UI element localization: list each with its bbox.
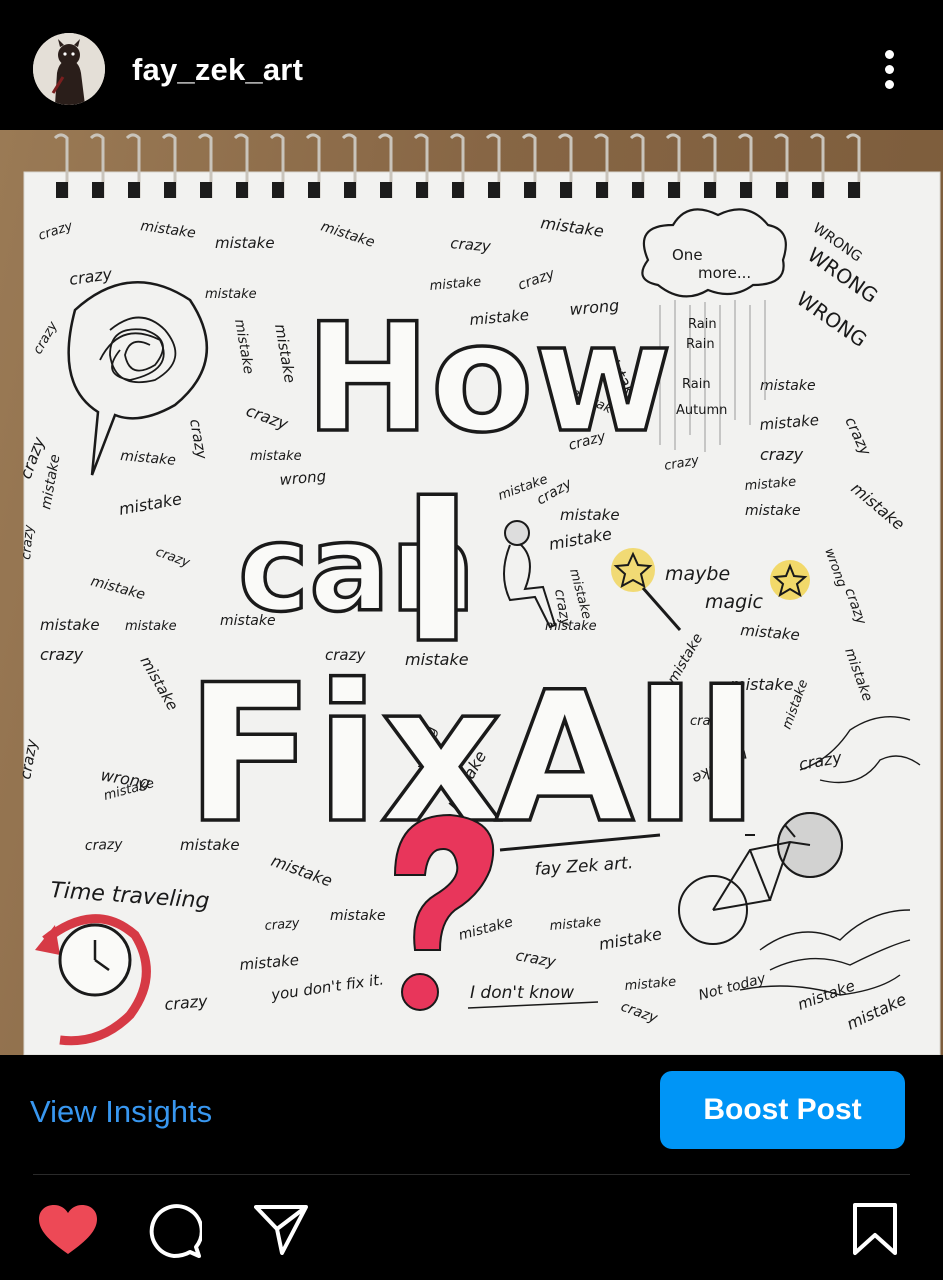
heart-filled-icon[interactable] [38,1204,98,1256]
post-image[interactable]: crazy mistake mistake crazy mistake mistake cr… [0,130,943,1055]
boost-post-button[interactable]: Boost Post [660,1071,905,1149]
comment-bubble-icon[interactable] [146,1203,204,1259]
magic-text-2: magic [705,591,763,613]
post-header: fay_zek_art [0,0,943,130]
scribble-word: crazy [164,991,209,1014]
divider [33,1174,910,1175]
scribble-word: mistake [760,378,816,394]
view-insights-link[interactable]: View Insights [30,1094,212,1130]
paper-plane-icon[interactable] [254,1203,308,1255]
magic-text-1: maybe [665,563,730,585]
scribble-word: mistake [215,234,275,252]
scribble-word: mistake [125,619,177,634]
bookmark-icon[interactable] [852,1202,898,1256]
dont-know-text: I don't know [470,983,574,1003]
cloud-text-line-2: more... [698,264,751,282]
scribble-word: mistake [560,506,620,524]
scribble-word: crazy [760,445,804,464]
rain-word: Rain [686,337,715,352]
avatar-dark-figure-icon [33,33,105,105]
rain-word: Rain [682,377,711,392]
scribble-word: crazy [264,916,300,934]
scribble-word: crazy [450,234,493,256]
title-how: How [305,292,672,466]
rain-word: Rain [688,317,717,332]
cloud-text-line-1: One [672,246,703,264]
scribble-word: mistake [250,449,302,464]
scribble-word: mistake [330,908,386,924]
scribble-word: mistake [205,287,257,302]
title-all: All [495,654,758,863]
rain-word: Autumn [676,403,727,418]
scribble-word: mistake [40,616,100,634]
vertical-ellipsis-icon[interactable] [872,44,908,96]
profile-avatar[interactable] [33,33,105,105]
scribble-word: crazy [85,837,124,854]
scribble-word: mistake [745,503,801,519]
scribble-word: crazy [19,524,37,560]
post-username[interactable]: fay_zek_art [132,52,303,88]
scribble-word: crazy [40,645,84,664]
